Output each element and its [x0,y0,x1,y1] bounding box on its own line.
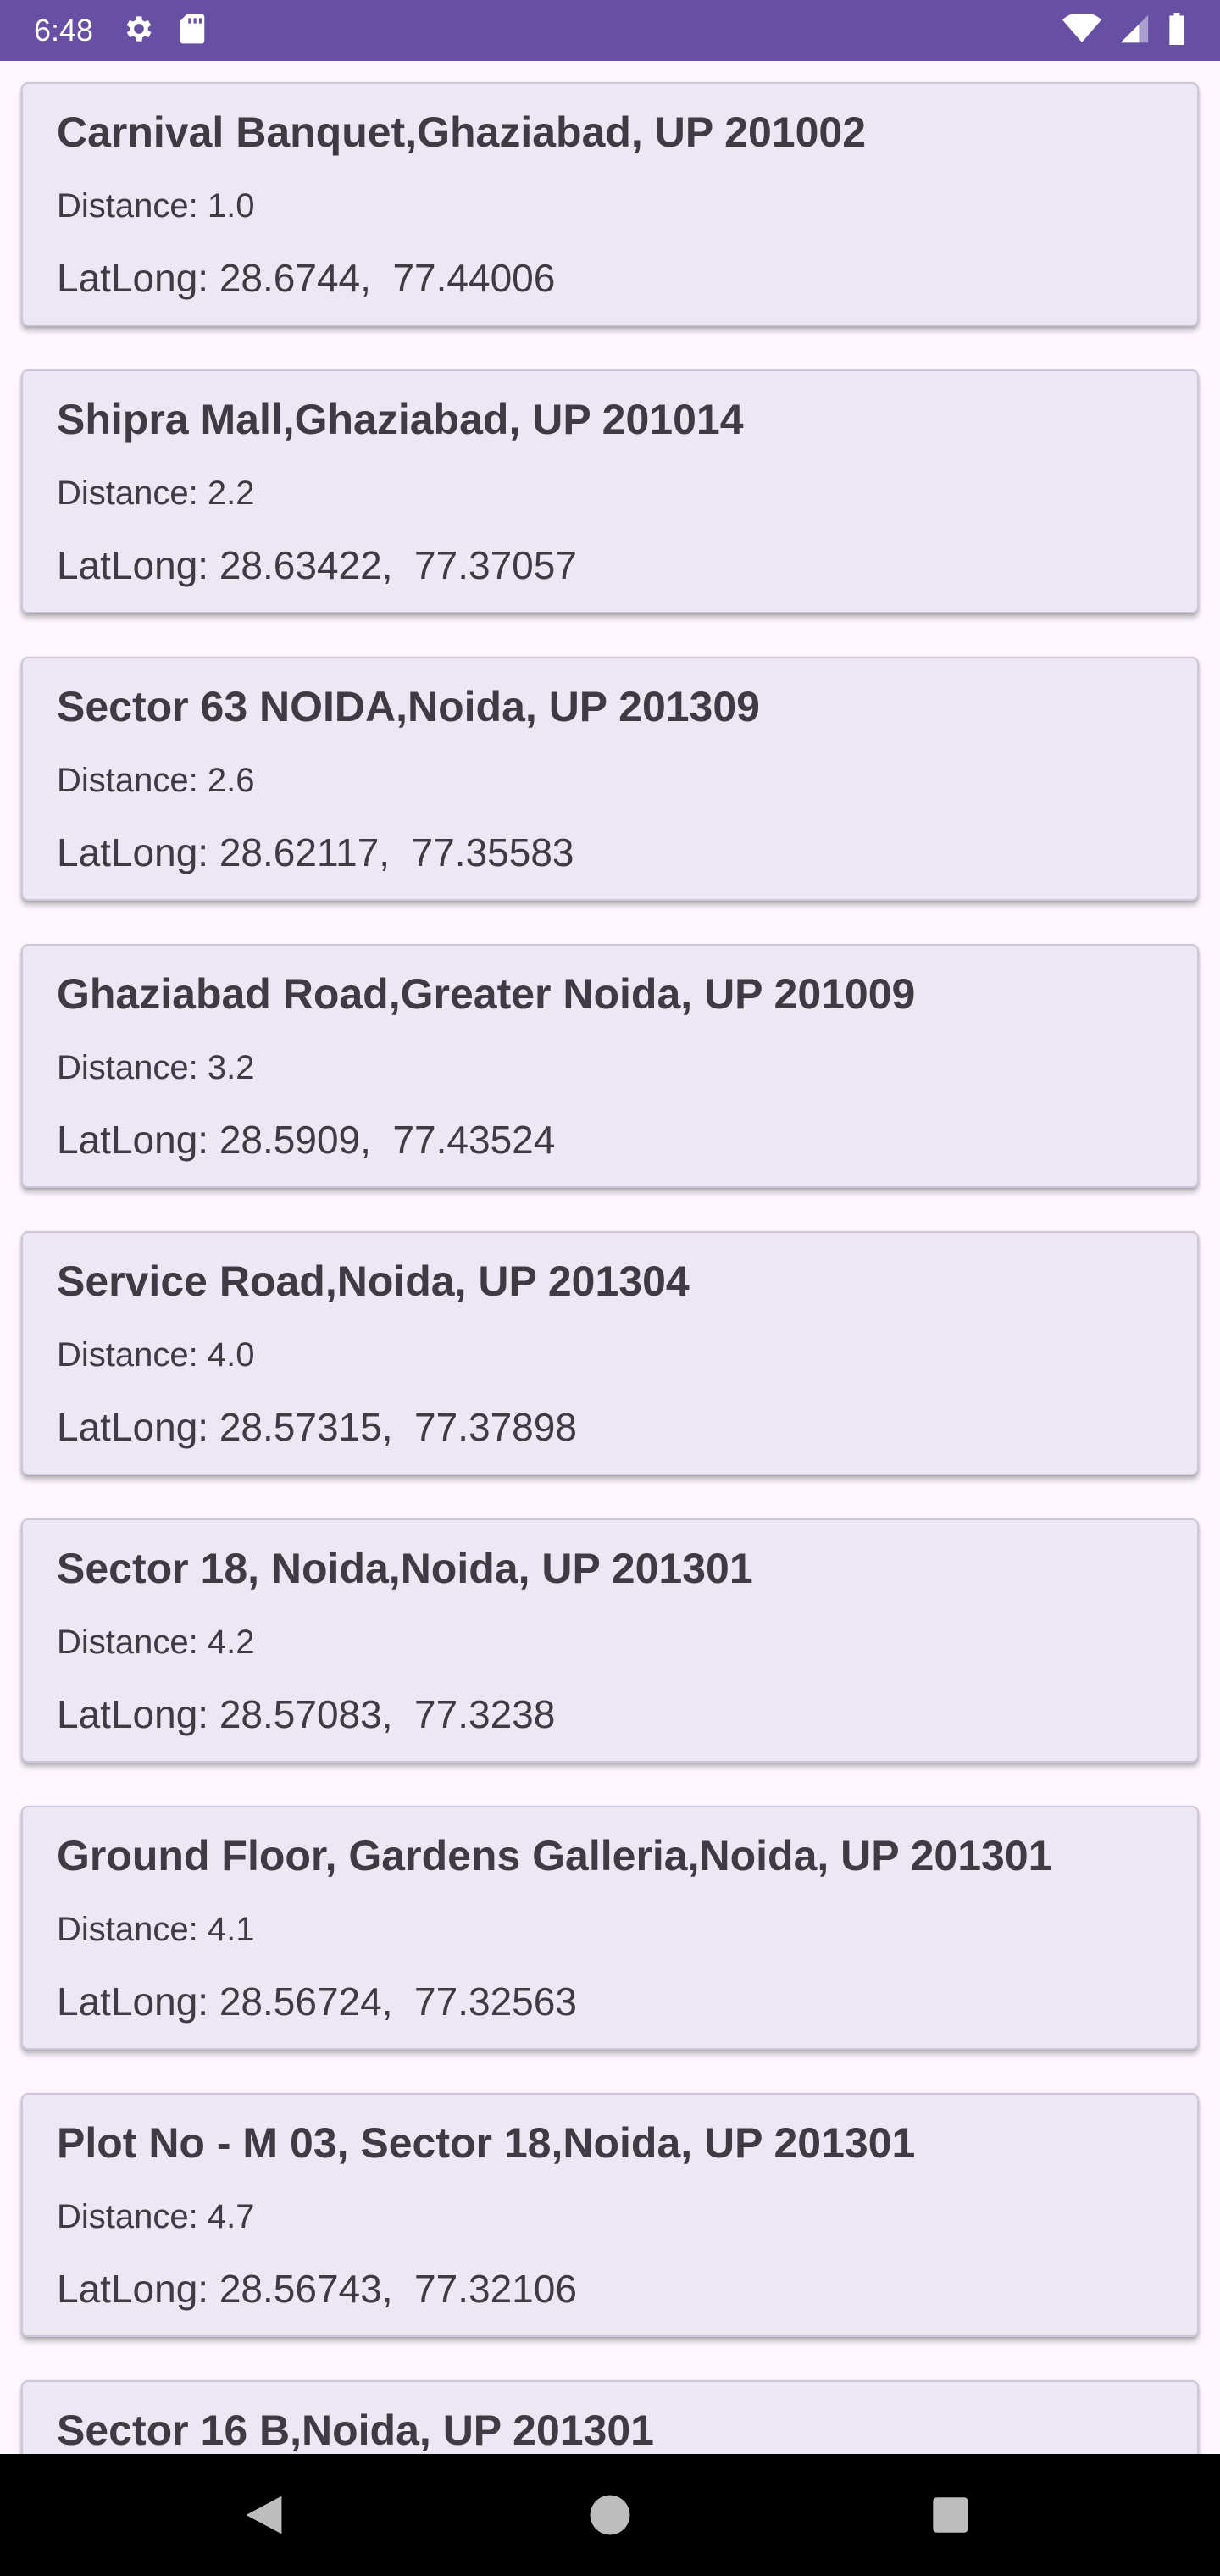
cell-signal-icon [1118,14,1151,48]
location-card[interactable]: Ground Floor, Gardens Galleria,Noida, UP… [21,1806,1199,2050]
location-card[interactable]: Carnival Banquet,Ghaziabad, UP 201002 Di… [21,82,1199,326]
location-title: Shipra Mall,Ghaziabad, UP 201014 [57,396,744,443]
status-left-icons [122,12,207,50]
gear-icon [122,12,156,50]
location-latlong: LatLong: 28.56724, 77.32563 [57,1979,577,2024]
location-distance: Distance: 1.0 [57,187,255,225]
location-title: Sector 18, Noida,Noida, UP 201301 [57,1545,753,1592]
location-title: Plot No - M 03, Sector 18,Noida, UP 2013… [57,2119,916,2167]
location-latlong: LatLong: 28.62117, 77.35583 [57,830,574,874]
wifi-icon [1062,11,1101,48]
location-card[interactable]: Shipra Mall,Ghaziabad, UP 201014 Distanc… [21,369,1199,613]
location-latlong: LatLong: 28.57083, 77.3238 [57,1692,556,1736]
location-list[interactable]: Carnival Banquet,Ghaziabad, UP 201002 Di… [0,61,1220,2454]
location-latlong: LatLong: 28.56743, 77.32106 [57,2267,577,2311]
location-title: Sector 63 NOIDA,Noida, UP 201309 [57,683,760,730]
location-latlong: LatLong: 28.63422, 77.37057 [57,543,577,587]
location-distance: Distance: 4.7 [57,2198,255,2235]
recents-icon[interactable] [922,2486,979,2544]
location-latlong: LatLong: 28.6744, 77.44006 [57,256,556,300]
navigation-bar [0,2454,1220,2576]
location-title: Service Road,Noida, UP 201304 [57,1257,690,1305]
location-card[interactable]: Plot No - M 03, Sector 18,Noida, UP 2013… [21,2093,1199,2337]
location-title: Carnival Banquet,Ghaziabad, UP 201002 [57,108,867,156]
location-distance: Distance: 2.2 [57,475,255,512]
location-distance: Distance: 4.0 [57,1336,255,1374]
status-bar: 6:48 [0,0,1220,61]
status-right-icons [1062,11,1186,49]
location-card[interactable]: Sector 16 B,Noida, UP 201301 [21,2380,1199,2454]
location-distance: Distance: 2.6 [57,762,255,799]
status-time: 6:48 [34,13,94,47]
location-title: Ghaziabad Road,Greater Noida, UP 201009 [57,970,916,1018]
location-card[interactable]: Service Road,Noida, UP 201304 Distance: … [21,1231,1199,1475]
home-icon[interactable] [581,2486,639,2544]
location-distance: Distance: 4.2 [57,1624,255,1661]
location-card[interactable]: Ghaziabad Road,Greater Noida, UP 201009 … [21,944,1199,1188]
battery-icon [1167,12,1186,49]
back-icon[interactable] [234,2486,291,2544]
location-card[interactable]: Sector 18, Noida,Noida, UP 201301 Distan… [21,1518,1199,1763]
location-distance: Distance: 4.1 [57,1911,255,1948]
location-latlong: LatLong: 28.5909, 77.43524 [57,1118,556,1162]
location-title: Sector 16 B,Noida, UP 201301 [57,2407,654,2454]
location-distance: Distance: 3.2 [57,1049,255,1086]
sd-card-icon [178,13,207,49]
location-latlong: LatLong: 28.57315, 77.37898 [57,1405,577,1449]
location-title: Ground Floor, Gardens Galleria,Noida, UP… [57,1832,1052,1879]
location-card[interactable]: Sector 63 NOIDA,Noida, UP 201309 Distanc… [21,657,1199,901]
